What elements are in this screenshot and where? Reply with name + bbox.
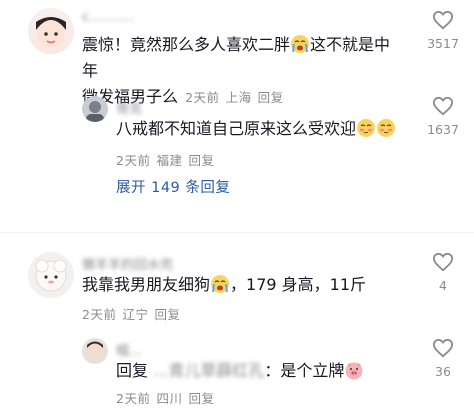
reply-prefix: 回复 [116,361,149,380]
reply-button[interactable]: 回复 [258,90,284,105]
commenter-name[interactable]: 懒羊羊的回水兜 [82,254,173,273]
like-count: 1637 [427,122,459,137]
heart-icon[interactable] [432,338,454,358]
reply-time: 2天前 [116,391,151,406]
reply-button[interactable]: 回复 [154,307,180,322]
heart-icon[interactable] [432,252,454,272]
reply-text-part: ：是个立牌 [264,361,345,380]
like-button[interactable]: 1637 [418,96,468,137]
heart-icon[interactable] [432,96,454,116]
like-button[interactable]: 3517 [418,10,468,51]
avatar-image [87,341,103,357]
comment-meta: 2天前 辽宁 回复 [82,304,186,323]
blushing-emoji-icon [377,119,396,137]
avatar[interactable] [28,252,74,298]
crying-emoji-icon [211,275,230,293]
avatar-image [36,17,66,48]
pig-face-emoji-icon [345,362,363,380]
comment-location: 辽宁 [122,307,149,322]
like-button[interactable]: 36 [418,338,468,379]
reply-text: 回复 ...青儿草薛红孔：是个立牌 [116,358,364,384]
heart-icon[interactable] [432,10,454,30]
comment-time: 2天前 [82,307,117,322]
reply-text: 八戒都不知道自己原来这么受欢迎 [116,116,396,142]
like-count: 4 [439,278,447,293]
like-button[interactable]: 4 [418,252,468,293]
comment-location: 上海 [225,90,252,105]
like-count: 36 [435,364,451,379]
avatar[interactable] [82,96,108,122]
divider [0,232,474,233]
reply-author-name[interactable]: 哥克 [116,98,142,117]
comment-time: 2天前 [185,90,220,105]
reply-location: 四川 [156,391,183,406]
reply-to-name[interactable]: ...青儿草薛红孔 [153,361,264,380]
reply-author-name[interactable]: 帽... [116,340,141,359]
comment-text: 我靠我男朋友细狗 ，179 身高，11斤 [82,272,366,298]
reply-text-part: 八戒都不知道自己原来这么受欢迎 [116,119,357,138]
avatar-image [86,101,104,122]
avatar[interactable] [82,338,108,364]
commenter-name[interactable]: c........... [82,10,135,25]
crying-emoji-icon [291,35,310,53]
reply-time: 2天前 [116,153,151,168]
comment-meta: 2天前 上海 回复 [185,90,289,105]
reply-location: 福建 [156,153,183,168]
blushing-emoji-icon [357,119,376,137]
comment-text-part: 震惊！竟然那么多人喜欢二胖 [82,35,291,54]
reply-button[interactable]: 回复 [188,153,214,168]
avatar-image [35,259,67,292]
comment-text-part: ，179 身高，11斤 [230,275,367,294]
expand-replies-button[interactable]: 展开 149 条回复 [116,176,230,197]
reply-button[interactable]: 回复 [188,391,214,406]
reply-meta: 2天前 四川 回复 [116,388,220,407]
comment-text-part: 我靠我男朋友细狗 [82,275,211,294]
reply-meta: 2天前 福建 回复 [116,150,220,169]
like-count: 3517 [427,36,459,51]
avatar[interactable] [28,8,74,54]
